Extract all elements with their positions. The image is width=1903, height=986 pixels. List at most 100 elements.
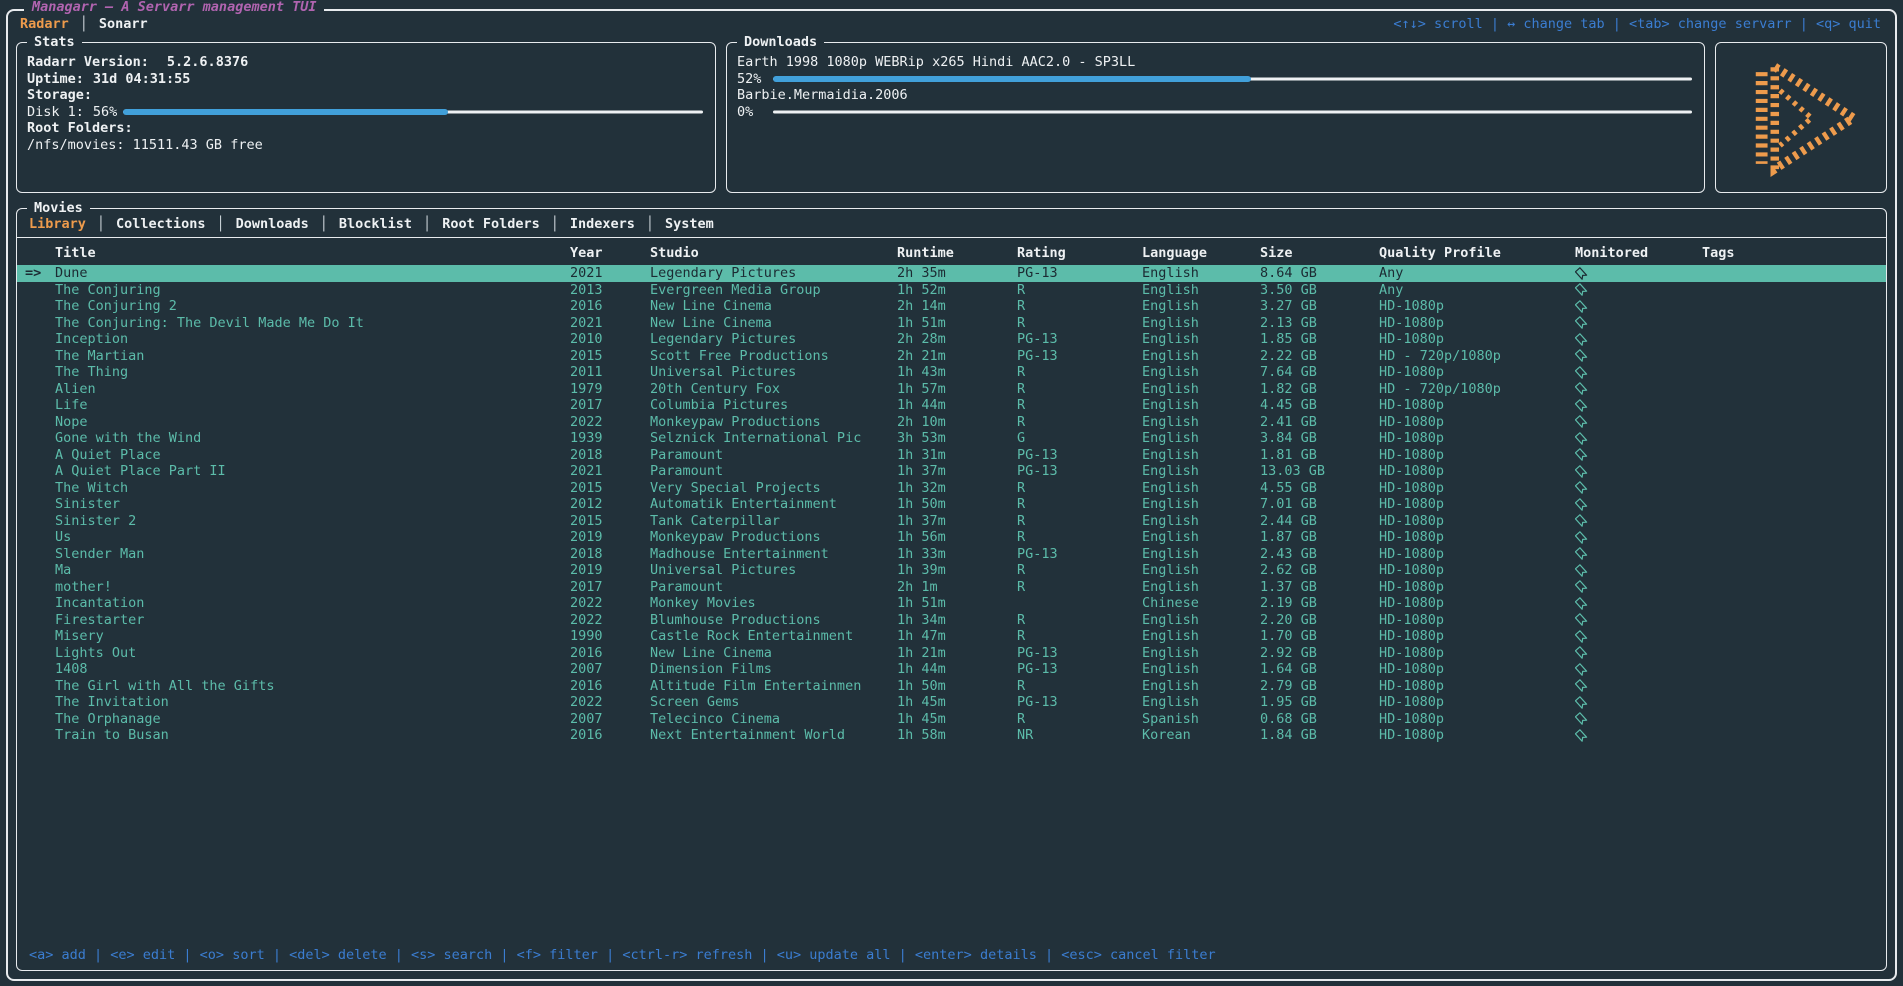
table-row[interactable]: A Quiet Place Part II 2021 Paramount 1h … (17, 463, 1886, 480)
tab-system[interactable]: System (665, 216, 714, 232)
movie-studio-cell: Dimension Films (650, 661, 897, 678)
download-progress-bar (773, 108, 1692, 116)
movie-year-cell: 2019 (570, 529, 650, 546)
movie-runtime-cell: 1h 57m (897, 381, 1017, 398)
movie-monitored-cell (1575, 562, 1702, 579)
movie-studio-cell: 20th Century Fox (650, 381, 897, 398)
movie-size-cell: 2.43 GB (1260, 546, 1379, 563)
movie-runtime-cell: 1h 33m (897, 546, 1017, 563)
table-row[interactable]: The Thing 2011 Universal Pictures 1h 43m… (17, 364, 1886, 381)
servarr-tab-sonarr[interactable]: Sonarr (99, 16, 148, 32)
movie-rating-cell: R (1017, 678, 1142, 695)
movie-quality-profile-cell: HD-1080p (1379, 661, 1575, 678)
movie-runtime-cell: 1h 56m (897, 529, 1017, 546)
servarr-tab-radarr[interactable]: Radarr (20, 16, 69, 32)
table-row[interactable]: Ma 2019 Universal Pictures 1h 39m R Engl… (17, 562, 1886, 579)
movie-size-cell: 1.85 GB (1260, 331, 1379, 348)
movie-size-cell: 2.20 GB (1260, 612, 1379, 629)
bookmark-icon (1575, 513, 1590, 530)
movies-tab-bar: Library │ Collections │ Downloads │ Bloc… (17, 209, 1886, 238)
movie-language-cell: English (1142, 694, 1260, 711)
movie-size-cell: 1.84 GB (1260, 727, 1379, 744)
table-row[interactable]: Us 2019 Monkeypaw Productions 1h 56m R E… (17, 529, 1886, 546)
bookmark-icon (1575, 496, 1590, 513)
table-row[interactable]: Nope 2022 Monkeypaw Productions 2h 10m R… (17, 414, 1886, 431)
disk-progress-bar (123, 108, 703, 116)
movie-language-cell: English (1142, 678, 1260, 695)
table-row[interactable]: Train to Busan 2016 Next Entertainment W… (17, 727, 1886, 744)
table-row[interactable]: Misery 1990 Castle Rock Entertainment 1h… (17, 628, 1886, 645)
table-row[interactable]: A Quiet Place 2018 Paramount 1h 31m PG-1… (17, 447, 1886, 464)
movie-rating-cell: PG-13 (1017, 348, 1142, 365)
movie-rating-cell: R (1017, 529, 1142, 546)
movie-runtime-cell: 1h 50m (897, 678, 1017, 695)
movie-year-cell: 2013 (570, 282, 650, 299)
col-studio: Studio (650, 245, 897, 261)
movie-language-cell: English (1142, 661, 1260, 678)
bookmark-icon (1575, 546, 1590, 563)
table-row[interactable]: Inception 2010 Legendary Pictures 2h 28m… (17, 331, 1886, 348)
movie-quality-profile-cell: HD-1080p (1379, 711, 1575, 728)
table-row[interactable]: Gone with the Wind 1939 Selznick Interna… (17, 430, 1886, 447)
movie-year-cell: 1939 (570, 430, 650, 447)
movie-quality-profile-cell: Any (1379, 282, 1575, 299)
movie-rating-cell: R (1017, 298, 1142, 315)
table-row[interactable]: The Conjuring 2013 Evergreen Media Group… (17, 282, 1886, 299)
movie-language-cell: English (1142, 496, 1260, 513)
table-row[interactable]: Lights Out 2016 New Line Cinema 1h 21m P… (17, 645, 1886, 662)
movie-monitored-cell (1575, 612, 1702, 629)
movie-studio-cell: Tank Caterpillar (650, 513, 897, 530)
movie-language-cell: English (1142, 612, 1260, 629)
movie-title-cell: 1408 (55, 661, 570, 678)
table-row[interactable]: Sinister 2012 Automatik Entertainment 1h… (17, 496, 1886, 513)
disk-percent: 56% (93, 104, 117, 121)
table-row[interactable]: Firestarter 2022 Blumhouse Productions 1… (17, 612, 1886, 629)
movie-size-cell: 3.27 GB (1260, 298, 1379, 315)
table-row[interactable]: Incantation 2022 Monkey Movies 1h 51m Ch… (17, 595, 1886, 612)
bookmark-icon (1575, 645, 1590, 662)
movie-studio-cell: Universal Pictures (650, 364, 897, 381)
table-row[interactable]: 1408 2007 Dimension Films 1h 44m PG-13 E… (17, 661, 1886, 678)
table-row[interactable]: The Conjuring: The Devil Made Me Do It 2… (17, 315, 1886, 332)
table-row[interactable]: The Invitation 2022 Screen Gems 1h 45m P… (17, 694, 1886, 711)
table-row[interactable]: Slender Man 2018 Madhouse Entertainment … (17, 546, 1886, 563)
table-row[interactable]: => Dune 2021 Legendary Pictures 2h 35m P… (17, 265, 1886, 282)
movie-runtime-cell: 1h 47m (897, 628, 1017, 645)
movie-year-cell: 2015 (570, 513, 650, 530)
movie-studio-cell: Next Entertainment World (650, 727, 897, 744)
app-title: Managarr — A Servarr management TUI (24, 0, 324, 15)
table-row[interactable]: Life 2017 Columbia Pictures 1h 44m R Eng… (17, 397, 1886, 414)
movie-rating-cell: R (1017, 282, 1142, 299)
bookmark-icon (1575, 447, 1590, 464)
table-row[interactable]: Sinister 2 2015 Tank Caterpillar 1h 37m … (17, 513, 1886, 530)
bookmark-icon (1575, 381, 1590, 398)
stats-panel: Stats Radarr Version: 5.2.6.8376 Uptime:… (16, 42, 716, 193)
tab-collections[interactable]: Collections (116, 216, 205, 232)
tab-root-folders[interactable]: Root Folders (442, 216, 540, 232)
table-row[interactable]: The Martian 2015 Scott Free Productions … (17, 348, 1886, 365)
uptime-label: Uptime: (27, 71, 84, 88)
tab-blocklist[interactable]: Blocklist (339, 216, 412, 232)
table-row[interactable]: The Girl with All the Gifts 2016 Altitud… (17, 678, 1886, 695)
table-row[interactable]: Alien 1979 20th Century Fox 1h 57m R Eng… (17, 381, 1886, 398)
downloads-panel-title: Downloads (737, 34, 824, 50)
movie-size-cell: 1.64 GB (1260, 661, 1379, 678)
selection-marker: => (25, 265, 55, 282)
tab-downloads[interactable]: Downloads (236, 216, 309, 232)
movie-monitored-cell (1575, 298, 1702, 315)
table-row[interactable]: The Orphanage 2007 Telecinco Cinema 1h 4… (17, 711, 1886, 728)
tab-indexers[interactable]: Indexers (570, 216, 635, 232)
movie-year-cell: 2015 (570, 348, 650, 365)
tab-separator: │ (423, 216, 431, 232)
movie-monitored-cell (1575, 529, 1702, 546)
movie-studio-cell: Monkeypaw Productions (650, 414, 897, 431)
table-row[interactable]: mother! 2017 Paramount 2h 1m R English 1… (17, 579, 1886, 596)
movie-title-cell: Incantation (55, 595, 570, 612)
table-row[interactable]: The Conjuring 2 2016 New Line Cinema 2h … (17, 298, 1886, 315)
progress-fill (773, 76, 1251, 82)
tab-library[interactable]: Library (29, 216, 86, 232)
table-row[interactable]: The Witch 2015 Very Special Projects 1h … (17, 480, 1886, 497)
movie-title-cell: Sinister 2 (55, 513, 570, 530)
bookmark-icon (1575, 331, 1590, 348)
table-header: Title Year Studio Runtime Rating Languag… (17, 238, 1886, 265)
